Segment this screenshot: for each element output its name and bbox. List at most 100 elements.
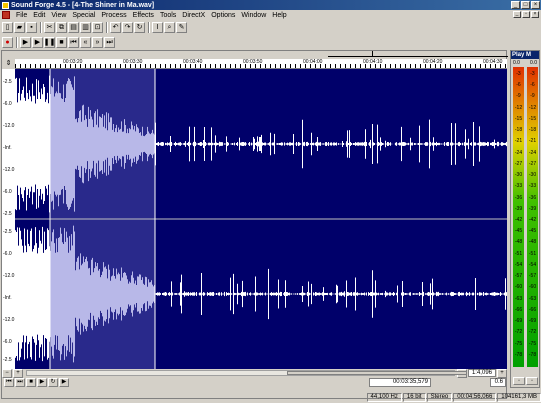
meter-scale-label: -75 (528, 340, 537, 347)
menu-bar: File Edit View Special Process Effects T… (0, 10, 541, 20)
menu-help[interactable]: Help (269, 12, 289, 19)
status-length: 00:04:56,066 (453, 393, 497, 402)
meter-scale-label: -54 (514, 261, 523, 268)
doc-restore-button[interactable]: ▫ (522, 11, 530, 18)
meter-scale-label: -9 (530, 93, 535, 100)
meter-options-button[interactable]: ▫ (526, 377, 538, 385)
play-icon[interactable]: ▶ (32, 37, 43, 48)
magnify-tool-icon[interactable]: ⌕ (164, 22, 175, 33)
record-icon[interactable]: ● (2, 37, 13, 48)
redo-icon[interactable]: ↷ (122, 22, 133, 33)
scrollbar-track[interactable] (26, 370, 467, 376)
paste-icon[interactable]: ▤ (68, 22, 79, 33)
new-file-icon[interactable]: ▯ (2, 22, 13, 33)
standard-toolbar: ▯ ▰ ▪ ✂ ⧉ ▤ ▥ ⊡ ↶ ↷ ↻ I ⌕ ✎ (0, 20, 541, 35)
copy-icon[interactable]: ⧉ (56, 22, 67, 33)
meter-scale-label: -33 (528, 183, 537, 190)
doc-play-looped-icon[interactable]: ↻ (48, 378, 58, 387)
meter-bars: -3 -6 -9 -12 -15 -18 -21 -24 -27 -30 -33 -36 -39 -42-… (513, 67, 538, 367)
db-label: -2.5 (3, 229, 12, 235)
horizontal-scrollbar: − + − 1:4,096 + (2, 368, 508, 378)
meter-peaks: 0.0 0.0 (511, 59, 539, 67)
meter-scale-label: -48 (528, 239, 537, 246)
doc-window-controls: _ ▫ × (512, 11, 539, 18)
minimize-button[interactable]: _ (511, 1, 520, 9)
menu-directx[interactable]: DirectX (179, 12, 208, 19)
play-meter: Play M 0.0 0.0 -3 -6 -9 -12 -15 -18 -21 -24 -27-… (510, 50, 540, 388)
db-label: -Inf. (3, 295, 12, 301)
meter-title: Play M (511, 51, 539, 59)
menu-window[interactable]: Window (238, 12, 269, 19)
meter-reset-button[interactable]: ▫ (513, 377, 525, 385)
meter-scale-label: -27 (514, 160, 523, 167)
edit-tool-icon[interactable]: I (152, 22, 163, 33)
scrollbar-thumb[interactable] (287, 371, 467, 375)
meter-scale-label: -54 (528, 261, 537, 268)
waveform-display[interactable] (15, 69, 507, 369)
overview-bar[interactable] (328, 51, 508, 57)
meter-scale-label: -57 (514, 273, 523, 280)
status-bar: 44,100 Hz 16 bit Stereo 00:04:56,066 104… (0, 392, 541, 403)
sound-forge-app: Sound Forge 4.5 - [4-The Shiner in Ma.wa… (0, 0, 541, 403)
menu-options[interactable]: Options (208, 12, 238, 19)
pause-icon[interactable]: ❚❚ (44, 37, 55, 48)
meter-scale-label: -51 (528, 250, 537, 257)
save-icon[interactable]: ▪ (26, 22, 37, 33)
zoom-level[interactable]: 0.6 (490, 378, 506, 387)
menu-special[interactable]: Special (69, 12, 98, 19)
doc-go-to-end-icon[interactable]: ⏭ (15, 378, 25, 387)
menu-effects[interactable]: Effects (130, 12, 157, 19)
close-button[interactable]: × (531, 1, 540, 9)
forward-icon[interactable]: » (92, 37, 103, 48)
meter-scale-label: -78 (528, 351, 537, 358)
rewind-icon[interactable]: « (80, 37, 91, 48)
stop-icon[interactable]: ■ (56, 37, 67, 48)
doc-stop-icon[interactable]: ■ (26, 378, 36, 387)
db-label: -6.0 (3, 189, 12, 195)
mix-icon[interactable]: ▥ (80, 22, 91, 33)
menu-process[interactable]: Process (98, 12, 129, 19)
meter-scale-label: -18 (514, 127, 523, 134)
meter-scale-label: -6 (530, 82, 535, 89)
undo-icon[interactable]: ↶ (110, 22, 121, 33)
db-label: -6.0 (3, 251, 12, 257)
status-sample-rate: 44,100 Hz (366, 393, 402, 402)
meter-scale-label: -21 (514, 138, 523, 145)
meter-scale-label: -3 (530, 71, 535, 77)
meter-scale-label: -24 (528, 149, 537, 156)
overview-position-mark (372, 51, 373, 57)
maximize-button[interactable]: □ (521, 1, 530, 9)
pencil-tool-icon[interactable]: ✎ (176, 22, 187, 33)
menu-view[interactable]: View (48, 12, 69, 19)
trim-icon[interactable]: ⊡ (92, 22, 103, 33)
document-icon[interactable] (2, 11, 10, 19)
ruler-corner-icon[interactable]: ⇕ (2, 59, 15, 69)
doc-close-button[interactable]: × (531, 11, 539, 18)
cursor-position[interactable]: 00:03:35,579 (369, 378, 431, 387)
doc-play-all-icon[interactable]: ▶ (59, 378, 69, 387)
menu-tools[interactable]: Tools (157, 12, 179, 19)
open-folder-icon[interactable]: ▰ (14, 22, 25, 33)
doc-go-to-start-icon[interactable]: ⏮ (4, 378, 14, 387)
status-channels: Stereo (426, 393, 453, 402)
meter-scale-label: -24 (514, 149, 523, 156)
meter-scale-label: -45 (528, 228, 537, 235)
db-label: -12.0 (3, 273, 15, 279)
db-label: -12.0 (3, 123, 15, 129)
go-to-start-icon[interactable]: ⏮ (68, 37, 79, 48)
doc-minimize-button[interactable]: _ (513, 11, 521, 18)
meter-scale-label: -12 (514, 104, 523, 111)
zoom-ratio[interactable]: 1:4,096 (467, 369, 496, 377)
time-ruler[interactable]: 00:03:20 00:03:30 00:03:40 00:03:50 00:0… (15, 59, 507, 69)
doc-play-icon[interactable]: ▶ (37, 378, 47, 387)
meter-scale-label: -3 (516, 71, 521, 77)
play-all-icon[interactable]: ▶ (20, 37, 31, 48)
meter-scale-label: -39 (528, 205, 537, 212)
repeat-icon[interactable]: ↻ (134, 22, 145, 33)
menu-edit[interactable]: Edit (30, 12, 48, 19)
cut-icon[interactable]: ✂ (44, 22, 55, 33)
meter-scale-label: -33 (514, 183, 523, 190)
go-to-end-icon[interactable]: ⏭ (104, 37, 115, 48)
meter-bar-right: -3 -6 -9 -12 -15 -18 -21 -24 -27 -30 -33 -36 -39 -42 -… (527, 67, 538, 367)
menu-file[interactable]: File (13, 12, 30, 19)
